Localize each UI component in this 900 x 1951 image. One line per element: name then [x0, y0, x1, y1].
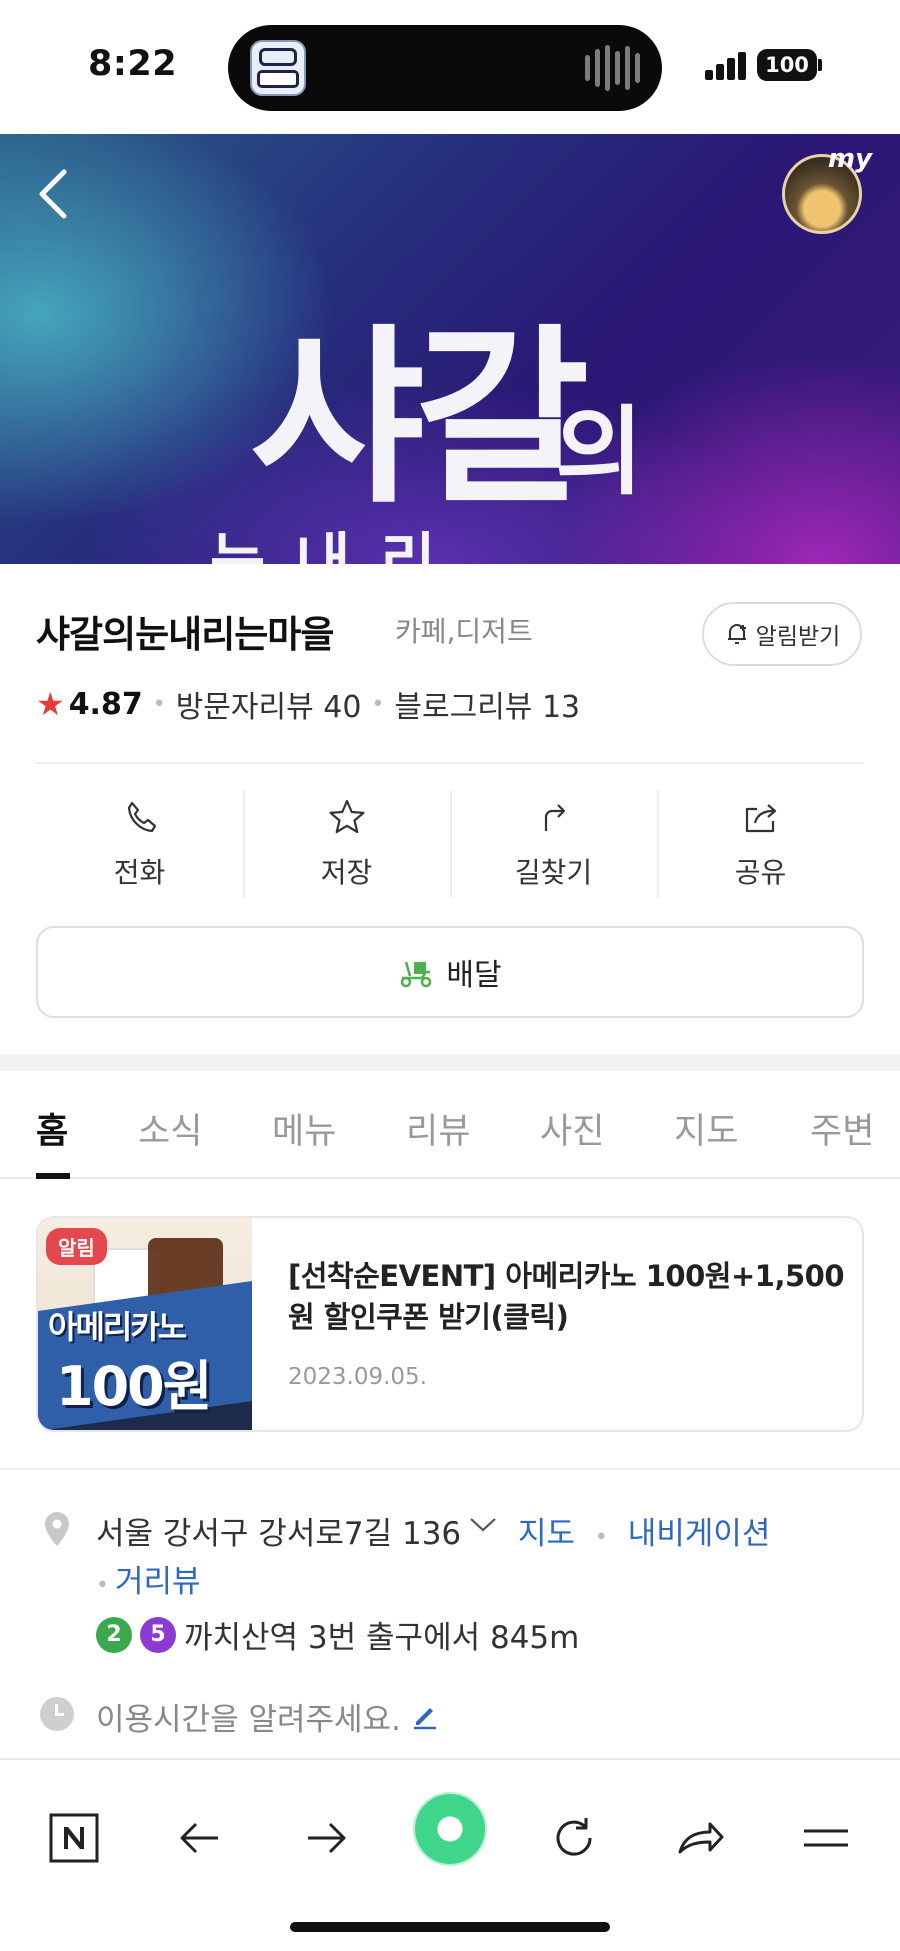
action-row: 전화 저장 길찾기 공유	[36, 790, 864, 898]
rating-value: 4.87	[68, 686, 143, 722]
alarm-button[interactable]: 알림받기	[702, 602, 862, 666]
event-badge: 알림	[46, 1228, 107, 1265]
section-separator	[0, 1054, 900, 1071]
share-label: 공유	[734, 856, 787, 889]
status-bar: 8:22 100	[0, 0, 900, 134]
save-button[interactable]: 저장	[243, 790, 450, 898]
app-icon	[250, 40, 306, 96]
save-label: 저장	[320, 856, 373, 889]
directions-label: 길찾기	[514, 856, 593, 889]
bell-plus-icon	[727, 624, 746, 644]
street-view-row: • 거리뷰	[96, 1564, 201, 1600]
phone-icon	[127, 801, 156, 833]
naver-home-button[interactable]	[44, 1808, 104, 1868]
chevron-down-icon[interactable]	[468, 1514, 498, 1534]
tab-news[interactable]: 소식	[138, 1103, 202, 1154]
dynamic-island	[228, 25, 662, 111]
subway-line-2-badge: 2	[96, 1616, 132, 1653]
share-icon	[745, 804, 776, 833]
rating-row: ★ 4.87 • 방문자리뷰 40 • 블로그리뷰 13	[36, 682, 580, 726]
address-text: 서울 강서구 강서로7길 136	[96, 1516, 462, 1552]
hero-title-suffix: 의	[555, 396, 644, 508]
subway-line-5-badge: 5	[140, 1616, 176, 1653]
back-chevron-icon[interactable]	[32, 164, 76, 224]
directions-button[interactable]: 길찾기	[450, 790, 657, 898]
active-tab-indicator	[36, 1173, 70, 1179]
call-label: 전화	[113, 856, 166, 889]
hours-prompt[interactable]: 이용시간을 알려주세요.	[96, 1694, 401, 1739]
tab-menu[interactable]: 메뉴	[272, 1103, 336, 1154]
battery-tip	[818, 59, 822, 71]
hero-title-bottom: 눈내리	[210, 527, 466, 564]
event-thumbnail: 알림 아메리카노 100원	[38, 1218, 252, 1430]
tab-reviews[interactable]: 리뷰	[406, 1103, 470, 1154]
star-icon: ★	[36, 685, 65, 723]
clock-icon	[40, 1697, 74, 1731]
share-button[interactable]: 공유	[657, 790, 864, 898]
divider	[0, 1468, 900, 1470]
star-outline-icon	[328, 799, 365, 834]
green-dot-button[interactable]	[415, 1794, 485, 1864]
event-card[interactable]: 알림 아메리카노 100원 [선착순EVENT] 아메리카노 100원+1,50…	[36, 1216, 864, 1432]
street-view-link[interactable]: 거리뷰	[115, 1564, 201, 1600]
call-button[interactable]: 전화	[36, 790, 243, 898]
visitor-reviews-link[interactable]: 방문자리뷰 40	[176, 682, 362, 726]
reload-button[interactable]	[544, 1808, 604, 1868]
place-name: 샤갈의눈내리는마을	[36, 613, 334, 656]
address-links: 지도 • 내비게이션	[518, 1516, 771, 1552]
menu-button[interactable]	[796, 1808, 856, 1868]
share-page-button[interactable]	[670, 1808, 730, 1868]
menu-icon	[804, 1829, 848, 1847]
tab-photos[interactable]: 사진	[540, 1103, 604, 1154]
forward-arrow-icon	[308, 1822, 346, 1854]
map-link[interactable]: 지도	[518, 1516, 575, 1552]
tab-home[interactable]: 홈	[36, 1103, 68, 1154]
place-category: 카페,디저트	[395, 615, 533, 648]
hero-image: 샤갈 의 눈내리 my	[0, 134, 900, 564]
blog-reviews-link[interactable]: 블로그리뷰 13	[394, 682, 580, 726]
delivery-scooter-icon	[401, 961, 432, 988]
signal-icon	[705, 52, 747, 80]
share-arrow-icon	[678, 1822, 724, 1854]
pencil-icon[interactable]	[410, 1700, 440, 1730]
back-button[interactable]	[170, 1808, 230, 1868]
event-date: 2023.09.05.	[288, 1364, 427, 1390]
audio-wave-icon	[585, 43, 640, 93]
navigation-link[interactable]: 내비게이션	[628, 1516, 771, 1552]
delivery-label: 배달	[446, 958, 502, 993]
subway-text: 까치산역 3번 출구에서 845m	[184, 1620, 580, 1656]
status-time: 8:22	[88, 44, 178, 84]
location-pin-icon	[45, 1512, 69, 1546]
thumb-text-line2: 100원	[56, 1355, 212, 1418]
alarm-label: 알림받기	[755, 624, 841, 650]
delivery-button[interactable]: 배달	[36, 926, 864, 1018]
divider	[36, 762, 864, 764]
event-title: [선착순EVENT] 아메리카노 100원+1,500원 할인쿠폰 받기(클릭)	[288, 1259, 845, 1334]
forward-button[interactable]	[296, 1808, 356, 1868]
back-arrow-icon	[180, 1822, 218, 1854]
home-indicator	[290, 1922, 610, 1932]
tab-map[interactable]: 지도	[674, 1103, 738, 1154]
reload-icon	[556, 1818, 592, 1856]
naver-n-icon	[49, 1813, 99, 1863]
hero-title: 샤갈	[250, 308, 590, 529]
tab-nearby[interactable]: 주변	[810, 1103, 874, 1154]
avatar-label: my	[828, 144, 873, 174]
battery-icon: 100	[757, 49, 817, 81]
subway-info: 2 5 까치산역 3번 출구에서 845m	[96, 1612, 579, 1657]
tab-bar: 홈 소식 메뉴 리뷰 사진 지도 주변	[0, 1071, 900, 1179]
directions-icon	[544, 804, 565, 831]
